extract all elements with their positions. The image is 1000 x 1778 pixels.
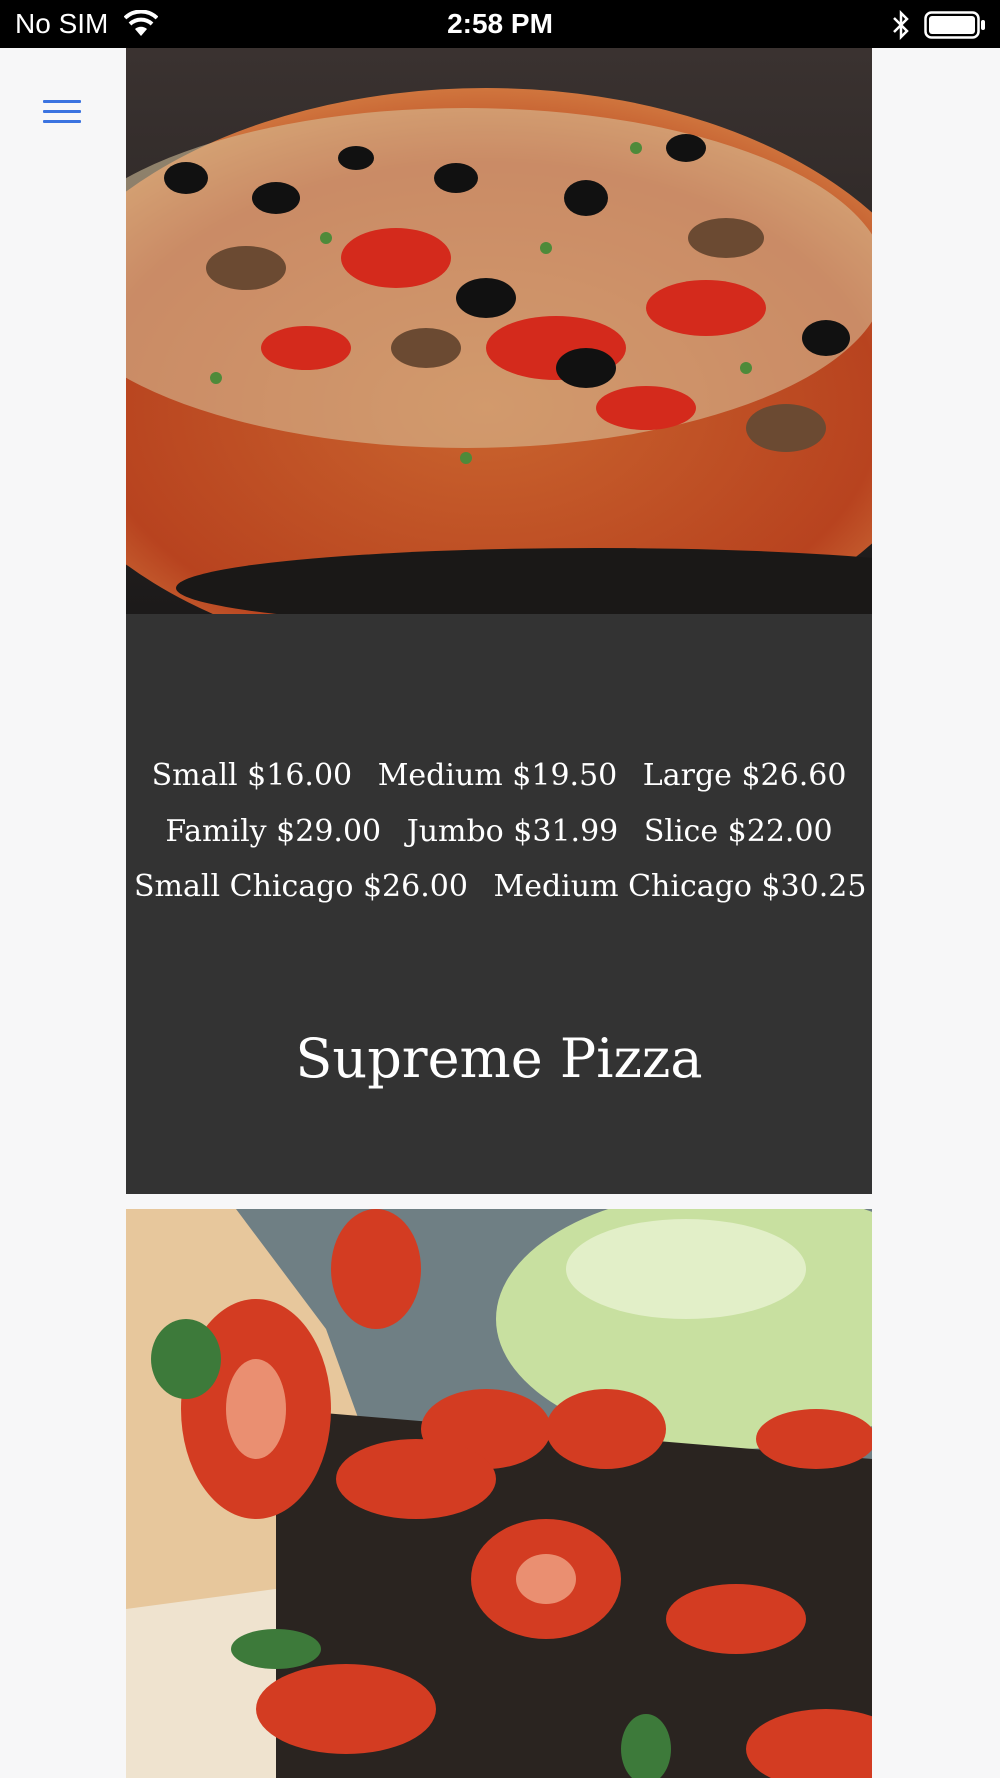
- status-bar: No SIM 2:58 PM: [0, 0, 1000, 48]
- price-medium-chicago: Medium Chicago $30.25: [493, 869, 867, 904]
- clock: 2:58 PM: [447, 8, 553, 39]
- hamburger-menu-icon[interactable]: [36, 92, 88, 132]
- price-medium: Medium $19.50: [377, 758, 618, 793]
- price-small-chicago: Small Chicago $26.00: [134, 869, 468, 904]
- price-family: Family $29.00: [165, 814, 382, 849]
- price-small: Small $16.00: [151, 758, 353, 793]
- pizza-image: [126, 48, 872, 614]
- item-title: Supreme Pizza: [295, 1027, 703, 1090]
- battery-icon: [924, 11, 985, 39]
- pizza-image: [126, 1209, 872, 1778]
- price-jumbo: Jumbo $31.99: [406, 814, 619, 849]
- pizza-info-panel: Small $16.00 Medium $19.50 Large $26.60 …: [126, 614, 872, 1194]
- price-row: Small $16.00 Medium $19.50 Large $26.60: [126, 756, 872, 796]
- price-slice: Slice $22.00: [643, 814, 833, 849]
- price-large: Large $26.60: [642, 758, 847, 793]
- bluetooth-icon: [893, 10, 909, 40]
- price-row: Family $29.00 Jumbo $31.99 Slice $22.00: [126, 812, 872, 852]
- price-row: Small Chicago $26.00 Medium Chicago $30.…: [126, 867, 872, 907]
